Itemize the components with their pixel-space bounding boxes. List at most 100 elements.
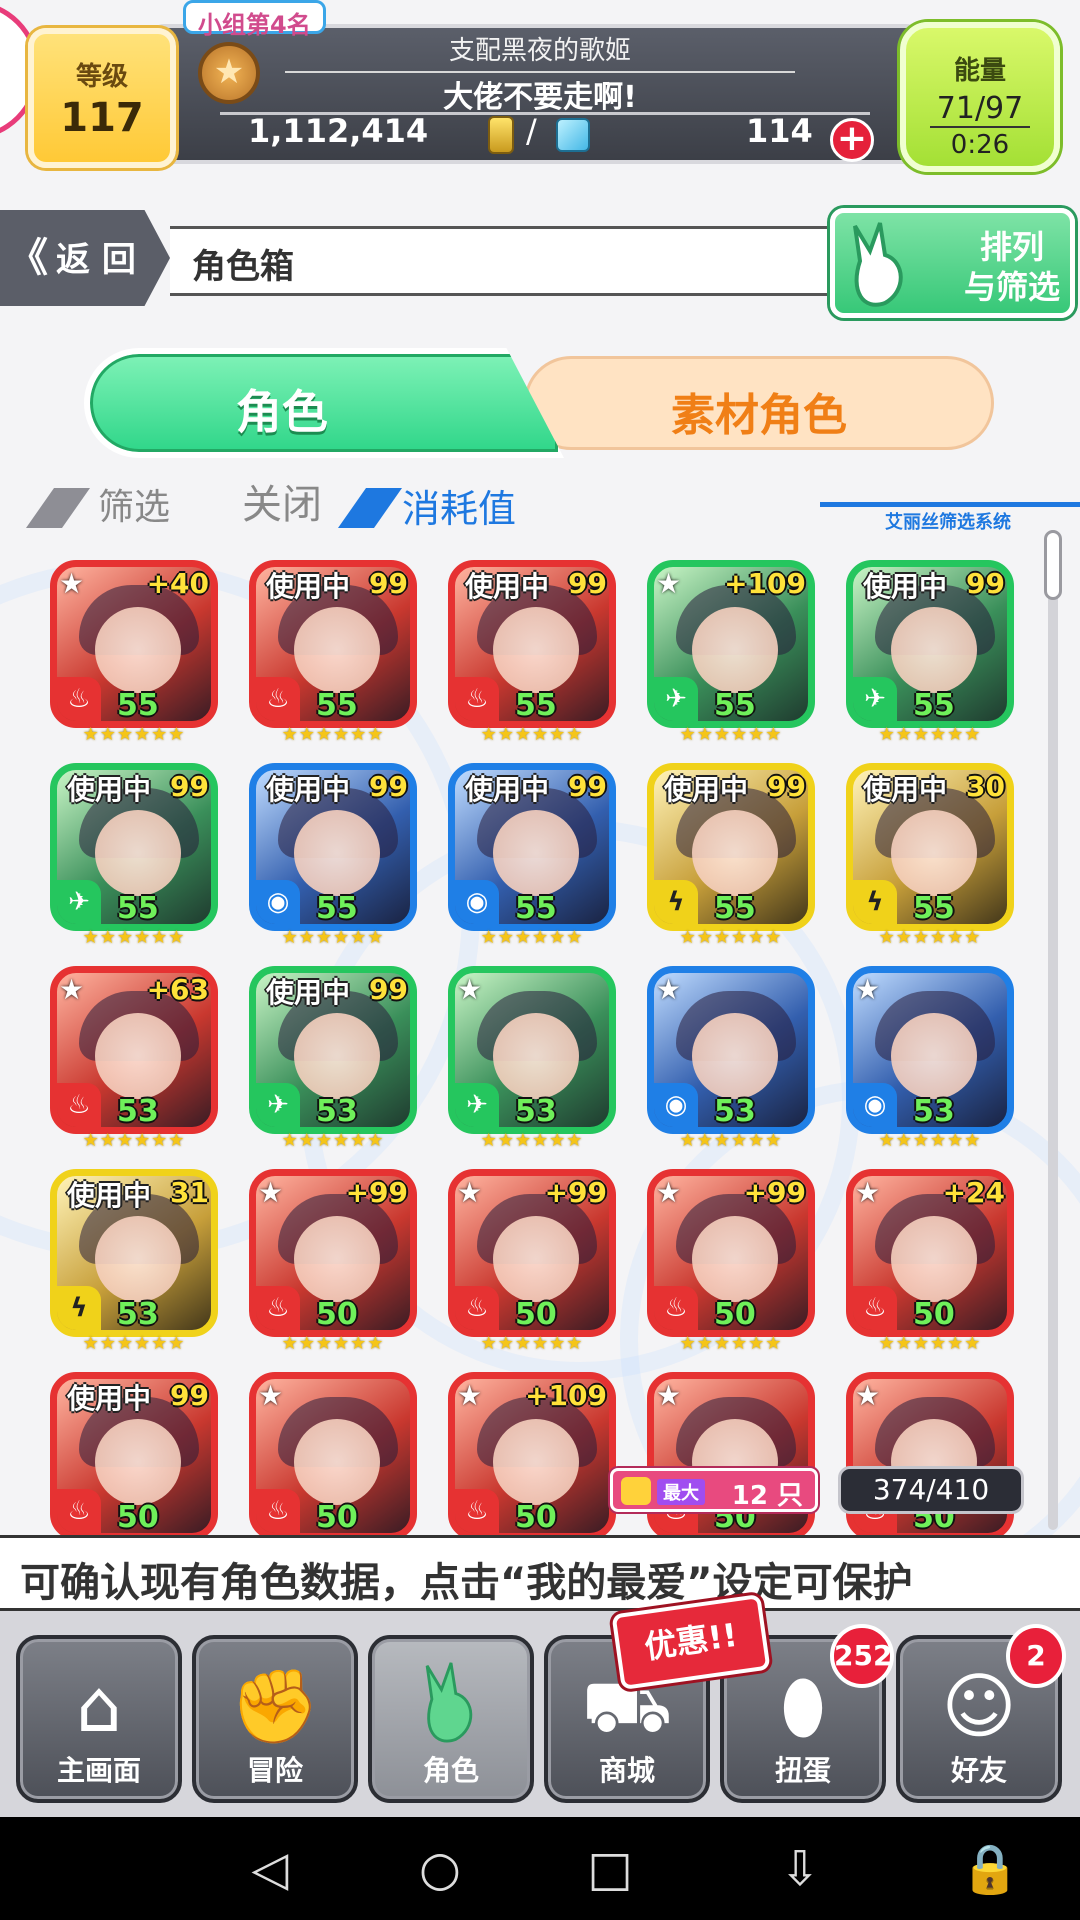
character-card[interactable]: 使用中 99 ◉ 55 bbox=[448, 763, 616, 931]
nav-shop-label: 商城 bbox=[598, 1754, 655, 1787]
fire-element-icon: ♨ bbox=[853, 1286, 897, 1330]
energy-box[interactable]: 能量 71/97 0:26 bbox=[900, 22, 1060, 172]
lock-icon[interactable]: 🔒 bbox=[960, 1843, 1020, 1895]
nav-row: 《返 回 角色箱 排列 与筛选 bbox=[0, 208, 1080, 318]
character-level: 55 bbox=[515, 688, 557, 723]
notification-pull-icon[interactable]: ⇩ bbox=[770, 1843, 830, 1895]
character-card[interactable]: 使用中 30 ϟ 55 bbox=[846, 763, 1014, 931]
plus-value: +99 bbox=[544, 1176, 607, 1209]
plus-value: 30 bbox=[966, 770, 1005, 803]
character-card[interactable]: ★ +99 ♨ 50 bbox=[448, 1169, 616, 1337]
tab-characters[interactable]: 角色 bbox=[84, 348, 564, 458]
back-button[interactable]: 《返 回 bbox=[0, 210, 170, 306]
nav-characters-button[interactable]: 角色 bbox=[368, 1635, 534, 1803]
page-title: 角色箱 bbox=[192, 247, 294, 287]
sort-filter-button[interactable]: 排列 与筛选 bbox=[830, 208, 1075, 318]
character-level: 50 bbox=[316, 1297, 358, 1332]
in-use-label: 使用中 bbox=[266, 570, 351, 603]
rarity-stars: ★★★★★★ bbox=[82, 724, 186, 745]
character-card[interactable]: 使用中 99 ✈ 55 bbox=[846, 560, 1014, 728]
character-card[interactable]: ★ ◉ 53 bbox=[846, 966, 1014, 1134]
character-card[interactable]: ★ +109 ♨ 50 bbox=[448, 1372, 616, 1535]
character-card[interactable]: 使用中 99 ✈ 53 bbox=[249, 966, 417, 1134]
fire-element-icon: ♨ bbox=[57, 1083, 101, 1127]
character-card[interactable]: ★ +99 ♨ 50 bbox=[647, 1169, 815, 1337]
in-use-label: 使用中 bbox=[465, 570, 550, 603]
character-card[interactable]: ★ +24 ♨ 50 bbox=[846, 1169, 1014, 1337]
character-portrait-face bbox=[493, 1013, 579, 1099]
fire-element-icon: ♨ bbox=[654, 1286, 698, 1330]
fire-element-icon: ♨ bbox=[256, 1489, 300, 1533]
character-portrait-face bbox=[294, 1419, 380, 1505]
character-card[interactable]: 使用中 99 ϟ 55 bbox=[647, 763, 815, 931]
energy-timer: 0:26 bbox=[950, 130, 1010, 160]
character-card[interactable]: 使用中 99 ✈ 55 bbox=[50, 763, 218, 931]
add-gems-button[interactable]: + bbox=[830, 118, 874, 162]
plus-value: +109 bbox=[525, 1379, 607, 1412]
character-level: 55 bbox=[714, 688, 756, 723]
plus-value: +99 bbox=[743, 1176, 806, 1209]
character-level: 55 bbox=[515, 891, 557, 926]
tab-material-label: 素材角色 bbox=[671, 390, 847, 441]
wind-element-icon: ✈ bbox=[256, 1083, 300, 1127]
rarity-stars: ★★★★★★ bbox=[878, 1333, 982, 1354]
character-level: 50 bbox=[714, 1297, 756, 1332]
character-card[interactable]: 使用中 99 ♨ 50 bbox=[50, 1372, 218, 1535]
filter-status[interactable]: 关闭 bbox=[242, 472, 322, 530]
gem-count: 114 bbox=[746, 112, 813, 150]
fire-element-icon: ♨ bbox=[57, 1489, 101, 1533]
in-use-label: 使用中 bbox=[67, 773, 152, 806]
group-rank-badge: 小组第4名 bbox=[183, 0, 326, 39]
grid-scroll-thumb[interactable] bbox=[1044, 530, 1062, 600]
character-card[interactable]: ★ ✈ 53 bbox=[448, 966, 616, 1134]
character-card[interactable]: ★ +109 ✈ 55 bbox=[647, 560, 815, 728]
rarity-stars: ★★★★★★ bbox=[480, 1333, 584, 1354]
character-card[interactable]: 使用中 99 ◉ 55 bbox=[249, 763, 417, 931]
plus-value: 99 bbox=[369, 567, 408, 600]
character-grid: ★ +40 ♨ 55 ★★★★★★ 使用中 99 ♨ 55 ★★★★★★ 使用中 99 ♨ 55 ★★★★★… bbox=[50, 560, 1030, 1535]
star-icon: ★ bbox=[855, 973, 881, 1006]
tab-material-characters[interactable]: 素材角色 bbox=[524, 356, 994, 450]
level-label: 等级 bbox=[75, 62, 128, 92]
character-level: 55 bbox=[117, 891, 159, 926]
character-portrait-face bbox=[891, 1013, 977, 1099]
tab-characters-label: 角色 bbox=[235, 385, 328, 439]
character-card[interactable]: ★ +63 ♨ 53 bbox=[50, 966, 218, 1134]
rarity-stars: ★★★★★★ bbox=[679, 1130, 783, 1151]
in-use-label: 使用中 bbox=[863, 570, 948, 603]
back-triangle-icon[interactable]: ◁ bbox=[240, 1843, 300, 1895]
filter-label[interactable]: 筛选 bbox=[98, 478, 170, 530]
water-element-icon: ◉ bbox=[654, 1083, 698, 1127]
character-card[interactable]: ★ ♨ 50 bbox=[249, 1372, 417, 1535]
character-card[interactable]: ★ +40 ♨ 55 bbox=[50, 560, 218, 728]
character-card[interactable]: 使用中 99 ♨ 55 bbox=[448, 560, 616, 728]
character-card[interactable]: ★ ◉ 53 bbox=[647, 966, 815, 1134]
character-card[interactable]: 使用中 31 ϟ 53 bbox=[50, 1169, 218, 1337]
max-label: 最大 bbox=[657, 1479, 705, 1505]
star-icon: ★ bbox=[258, 1176, 284, 1209]
character-card[interactable]: 使用中 99 ♨ 55 bbox=[249, 560, 417, 728]
nav-characters-label: 角色 bbox=[422, 1754, 479, 1787]
sort-stripe bbox=[337, 488, 403, 528]
wind-element-icon: ✈ bbox=[853, 677, 897, 721]
fire-element-icon: ♨ bbox=[455, 1489, 499, 1533]
nav-home-label: 主画面 bbox=[56, 1754, 141, 1787]
star-icon: ★ bbox=[59, 973, 85, 1006]
plus-value: 99 bbox=[767, 770, 806, 803]
nav-adventure-button[interactable]: ✊ 冒险 bbox=[192, 1635, 358, 1803]
nav-home-button[interactable]: ⌂ 主画面 bbox=[16, 1635, 182, 1803]
character-level: 55 bbox=[117, 688, 159, 723]
home-circle-icon[interactable]: ○ bbox=[410, 1843, 470, 1895]
rarity-stars: ★★★★★★ bbox=[679, 927, 783, 948]
recents-square-icon[interactable]: □ bbox=[580, 1843, 640, 1895]
star-icon: ★ bbox=[457, 973, 483, 1006]
grid-scrollbar[interactable] bbox=[1048, 530, 1058, 1530]
sort-value[interactable]: 消耗值 bbox=[402, 478, 516, 533]
star-icon: ★ bbox=[457, 1379, 483, 1412]
star-icon: ★ bbox=[656, 973, 682, 1006]
character-portrait-face bbox=[294, 1216, 380, 1302]
plus-value: 99 bbox=[568, 567, 607, 600]
rarity-stars: ★★★★★★ bbox=[878, 1130, 982, 1151]
character-card[interactable]: ★ +99 ♨ 50 bbox=[249, 1169, 417, 1337]
medal-icon[interactable]: ★ bbox=[198, 42, 260, 104]
